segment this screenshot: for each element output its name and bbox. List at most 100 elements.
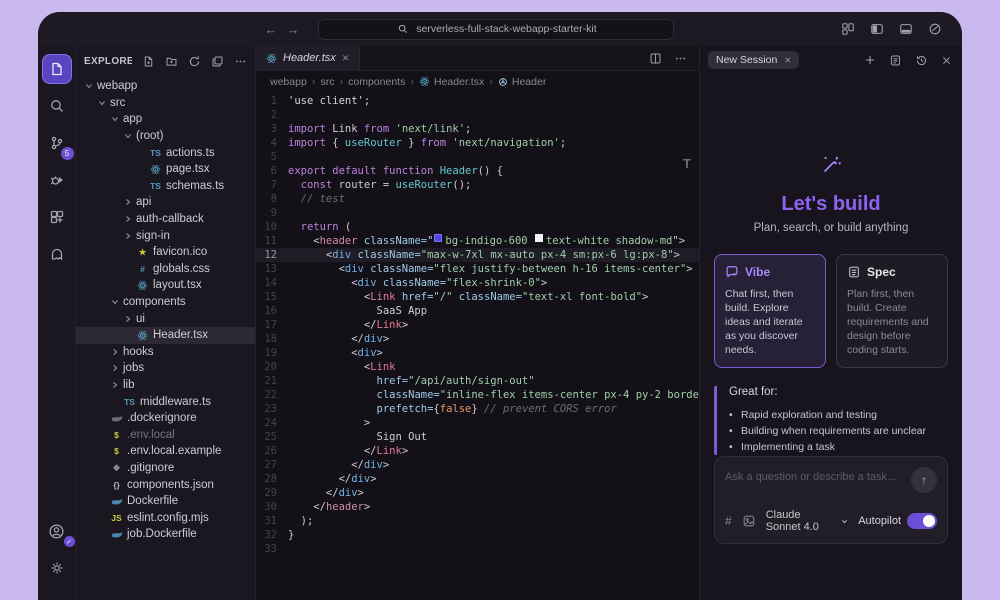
tree-item-header-tsx[interactable]: Header.tsx <box>76 327 255 344</box>
code-line-15[interactable]: 15 <Link href="/" className="text-xl fon… <box>256 290 699 304</box>
code-line-12[interactable]: 12 <div className="max-w-7xl mx-auto px-… <box>256 248 699 262</box>
code-line-24[interactable]: 24 > <box>256 416 699 430</box>
session-tab[interactable]: New Session ✕ <box>708 51 799 69</box>
panel-close-icon[interactable] <box>941 55 952 66</box>
tree-item-components-json[interactable]: {}components.json <box>76 476 255 493</box>
composer[interactable]: Ask a question or describe a task... ↑ #… <box>714 456 948 544</box>
code-line-2[interactable]: 2 <box>256 108 699 122</box>
tree-item-api[interactable]: api <box>76 194 255 211</box>
tree-item--gitignore[interactable]: ◆.gitignore <box>76 460 255 477</box>
vibe-mode-card[interactable]: Vibe Chat first, then build. Explore ide… <box>714 254 826 368</box>
activitybar-account[interactable]: ✓ <box>42 516 72 546</box>
tree-item-globals-css[interactable]: #globals.css <box>76 261 255 278</box>
task-list-icon[interactable] <box>889 54 902 67</box>
session-close-icon[interactable]: ✕ <box>784 55 791 66</box>
code-line-7[interactable]: 7 const router = useRouter(); <box>256 178 699 192</box>
code-line-9[interactable]: 9 <box>256 206 699 220</box>
code-line-16[interactable]: 16 SaaS App <box>256 304 699 318</box>
spec-mode-card[interactable]: Spec Plan first, then build. Create requ… <box>836 254 948 368</box>
toggle-sidebar-icon[interactable] <box>869 22 884 37</box>
code-line-4[interactable]: 4import { useRouter } from 'next/navigat… <box>256 136 699 150</box>
code-line-25[interactable]: 25 Sign Out <box>256 430 699 444</box>
code-line-21[interactable]: 21 href="/api/auth/sign-out" <box>256 374 699 388</box>
breadcrumb-item-webapp[interactable]: webapp <box>270 76 307 88</box>
breadcrumb-item-components[interactable]: components <box>348 76 405 88</box>
tree-item-app[interactable]: app <box>76 111 255 128</box>
code-line-19[interactable]: 19 <div> <box>256 346 699 360</box>
code-area[interactable]: 1'use client';23import Link from 'next/l… <box>256 92 699 600</box>
tree-item-job-dockerfile[interactable]: job.Dockerfile <box>76 526 255 543</box>
command-search-bar[interactable]: serverless-full-stack-webapp-starter-kit <box>318 19 674 40</box>
activitybar-extensions[interactable] <box>42 202 72 232</box>
attach-image-icon[interactable] <box>742 514 756 528</box>
customize-layout-icon[interactable] <box>840 22 855 37</box>
breadcrumb[interactable]: webapp›src›components›Header.tsx›Header <box>256 71 699 92</box>
activitybar-explorer[interactable] <box>42 54 72 84</box>
refresh-icon[interactable] <box>187 54 201 68</box>
split-editor-icon[interactable] <box>649 52 662 65</box>
tree-item-src[interactable]: src <box>76 95 255 112</box>
tree-item-sign-in[interactable]: sign-in <box>76 227 255 244</box>
tree-item--env-local-example[interactable]: $.env.local.example <box>76 443 255 460</box>
nav-back-button[interactable]: ← <box>260 22 282 37</box>
tree-item-lib[interactable]: lib <box>76 377 255 394</box>
code-line-13[interactable]: 13 <div className="flex justify-between … <box>256 262 699 276</box>
tree-item--root-[interactable]: (root) <box>76 128 255 145</box>
tab-close-icon[interactable]: ✕ <box>342 53 350 64</box>
activitybar-run-debug[interactable] <box>42 165 72 195</box>
code-line-18[interactable]: 18 </div> <box>256 332 699 346</box>
code-line-29[interactable]: 29 </div> <box>256 486 699 500</box>
history-icon[interactable] <box>915 54 928 67</box>
code-line-5[interactable]: 5 <box>256 150 699 164</box>
new-file-icon[interactable] <box>141 54 155 68</box>
code-line-11[interactable]: 11 <header className="bg-indigo-600 text… <box>256 234 699 248</box>
code-line-6[interactable]: 6export default function Header() { <box>256 164 699 178</box>
send-button[interactable]: ↑ <box>911 467 937 493</box>
code-line-17[interactable]: 17 </Link> <box>256 318 699 332</box>
toggle-panel-icon[interactable] <box>898 22 913 37</box>
breadcrumb-item-header-tsx[interactable]: Header.tsx <box>419 76 484 88</box>
code-line-32[interactable]: 32} <box>256 528 699 542</box>
new-folder-icon[interactable] <box>164 54 178 68</box>
tree-item-favicon-ico[interactable]: ★favicon.ico <box>76 244 255 261</box>
activitybar-search[interactable] <box>42 91 72 121</box>
tree-item-dockerfile[interactable]: Dockerfile <box>76 493 255 510</box>
more-actions-icon[interactable] <box>233 54 247 68</box>
tree-item-middleware-ts[interactable]: TSmiddleware.ts <box>76 393 255 410</box>
context-hash-icon[interactable]: # <box>725 514 732 528</box>
activitybar-settings[interactable] <box>42 553 72 583</box>
tree-item--env-local[interactable]: $.env.local <box>76 426 255 443</box>
new-session-icon[interactable] <box>864 54 876 66</box>
code-line-27[interactable]: 27 </div> <box>256 458 699 472</box>
nav-forward-button[interactable]: → <box>282 22 304 37</box>
code-line-14[interactable]: 14 <div className="flex-shrink-0"> <box>256 276 699 290</box>
code-line-8[interactable]: 8 // test <box>256 192 699 206</box>
breadcrumb-item-src[interactable]: src <box>320 76 334 88</box>
code-line-31[interactable]: 31 ); <box>256 514 699 528</box>
breadcrumb-item-header[interactable]: Header <box>498 76 546 88</box>
code-line-1[interactable]: 1'use client'; <box>256 94 699 108</box>
code-line-30[interactable]: 30 </header> <box>256 500 699 514</box>
activitybar-source-control[interactable]: 5 <box>42 128 72 158</box>
activitybar-kiro-chat[interactable] <box>42 239 72 269</box>
autopilot-toggle[interactable] <box>907 513 937 529</box>
code-line-26[interactable]: 26 </Link> <box>256 444 699 458</box>
tree-item--dockerignore[interactable]: .dockerignore <box>76 410 255 427</box>
code-line-20[interactable]: 20 <Link <box>256 360 699 374</box>
code-line-22[interactable]: 22 className="inline-flex items-center p… <box>256 388 699 402</box>
model-selector[interactable]: Claude Sonnet 4.0 <box>766 509 849 533</box>
collapse-all-icon[interactable] <box>210 54 224 68</box>
feedback-icon[interactable] <box>927 22 942 37</box>
code-line-10[interactable]: 10 return ( <box>256 220 699 234</box>
tree-item-actions-ts[interactable]: TSactions.ts <box>76 144 255 161</box>
code-line-23[interactable]: 23 prefetch={false} // prevent CORS erro… <box>256 402 699 416</box>
tree-item-eslint-config-mjs[interactable]: JSeslint.config.mjs <box>76 509 255 526</box>
tab-header-tsx[interactable]: Header.tsx ✕ <box>256 46 360 70</box>
tree-item-ui[interactable]: ui <box>76 310 255 327</box>
tree-item-schemas-ts[interactable]: TSschemas.ts <box>76 178 255 195</box>
code-line-28[interactable]: 28 </div> <box>256 472 699 486</box>
tree-item-page-tsx[interactable]: page.tsx <box>76 161 255 178</box>
code-line-3[interactable]: 3import Link from 'next/link'; <box>256 122 699 136</box>
tree-item-auth-callback[interactable]: auth-callback <box>76 211 255 228</box>
tree-item-components[interactable]: components <box>76 294 255 311</box>
